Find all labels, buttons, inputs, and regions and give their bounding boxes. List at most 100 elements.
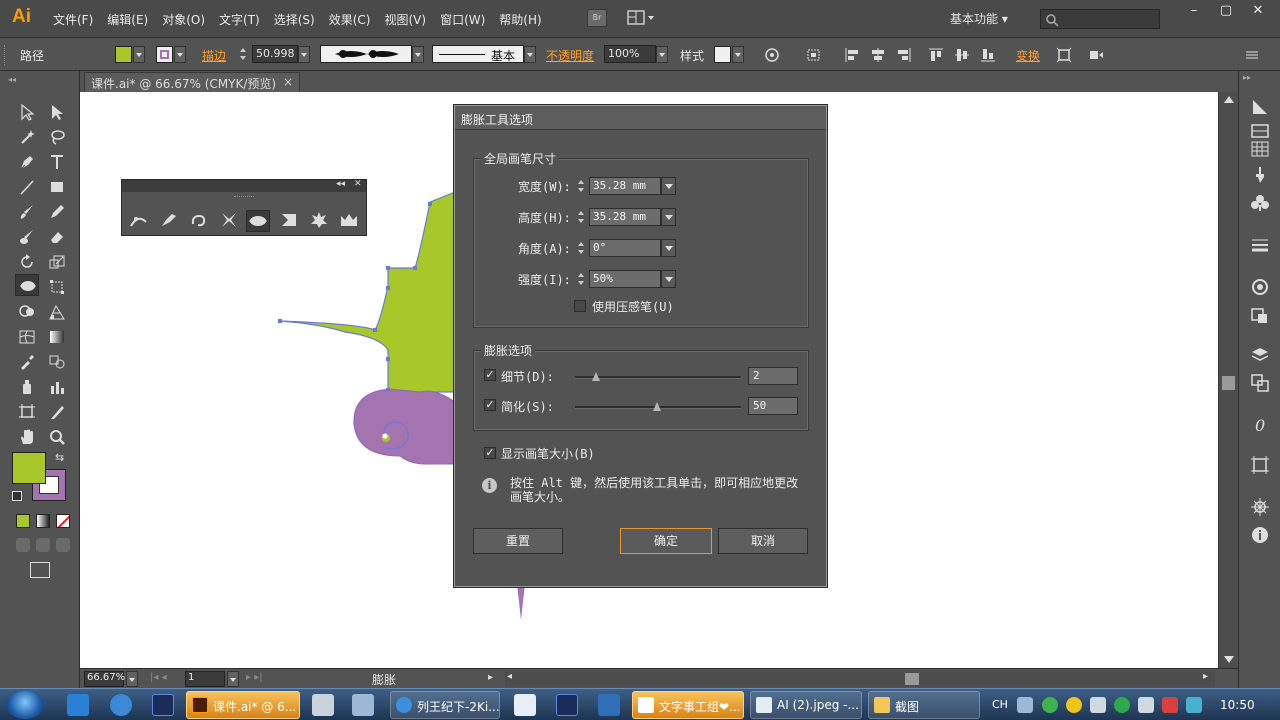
blob-brush-tool-icon[interactable] [15, 226, 39, 248]
tray-monitor-icon[interactable] [1186, 697, 1202, 713]
warp-tool-icon[interactable] [158, 210, 182, 232]
align-middle-icon[interactable] [954, 47, 970, 63]
eraser-tool-icon[interactable] [45, 226, 69, 248]
rotate-tool-icon[interactable] [15, 251, 39, 273]
line-tool-icon[interactable] [15, 176, 39, 198]
gradient-tool-icon[interactable] [45, 326, 69, 348]
task-illustrator[interactable]: 课件.ai* @ 6... [186, 691, 300, 719]
intensity-dropdown[interactable] [661, 270, 676, 288]
tray-keyboard-icon[interactable] [1017, 697, 1033, 713]
artboard-nav-prev-icon[interactable]: |◂ ◂ [150, 672, 167, 683]
tray-add-icon[interactable] [1114, 697, 1130, 713]
column-graph-tool-icon[interactable] [45, 376, 69, 398]
menu-select[interactable]: 选择(S) [274, 11, 315, 28]
swatches-icon[interactable] [1250, 139, 1270, 159]
info-panel-icon[interactable] [1250, 525, 1270, 545]
height-spinner[interactable] [576, 209, 588, 226]
brush-definition[interactable]: 基本 [432, 45, 524, 63]
none-mode-icon[interactable] [56, 514, 70, 528]
reset-button[interactable]: 重置 [473, 528, 563, 554]
draw-inside-icon[interactable] [56, 538, 70, 552]
brush-dropdown[interactable] [524, 46, 536, 63]
quicklaunch-photoshop-icon[interactable] [152, 694, 174, 716]
angle-spinner[interactable] [576, 240, 588, 257]
quicklaunch-ie-icon[interactable] [67, 694, 89, 716]
menu-edit[interactable]: 编辑(E) [107, 11, 148, 28]
scallop-tool-icon[interactable] [278, 210, 302, 232]
menu-file[interactable]: 文件(F) [53, 11, 93, 28]
scroll-down-icon[interactable] [1224, 656, 1234, 663]
opacity-input[interactable]: 100% [604, 45, 656, 63]
fill-color-box[interactable] [12, 452, 46, 484]
maximize-icon[interactable]: ▢ [1210, 3, 1242, 21]
quicklaunch-calculator-icon[interactable] [312, 694, 334, 716]
angle-dropdown[interactable] [661, 239, 676, 257]
free-transform-tool-icon[interactable] [45, 276, 69, 298]
align-to-icon[interactable] [806, 47, 822, 63]
intensity-input[interactable]: 50% [589, 270, 661, 288]
intensity-spinner[interactable] [576, 271, 588, 288]
mesh-tool-icon[interactable] [15, 326, 39, 348]
screen-mode-icon[interactable] [30, 562, 50, 578]
menu-type[interactable]: 文字(T) [219, 11, 260, 28]
width-spinner[interactable] [576, 178, 588, 195]
vertical-scrollbar[interactable] [1218, 92, 1237, 668]
tray-wechat-icon[interactable] [1042, 697, 1058, 713]
opacity-label[interactable]: 不透明度 [546, 47, 594, 64]
wrinkle-tool-icon[interactable] [338, 210, 362, 232]
stroke-width-dropdown[interactable] [298, 46, 310, 63]
graphic-style-swatch[interactable] [714, 46, 731, 63]
task-image-viewer[interactable]: AI (2).jpeg -... [750, 691, 862, 719]
zoom-tool-icon[interactable] [45, 426, 69, 448]
align-right-icon[interactable] [896, 47, 912, 63]
default-colors-icon[interactable] [12, 491, 22, 501]
horizontal-scrollbar[interactable]: ◂ ▸ [505, 671, 1215, 687]
blend-tool-icon[interactable] [45, 351, 69, 373]
menu-help[interactable]: 帮助(H) [499, 11, 541, 28]
artboards-icon[interactable] [1250, 373, 1270, 393]
artboard-number-input[interactable]: 1 [185, 671, 225, 687]
magic-wand-tool-icon[interactable] [15, 126, 39, 148]
brushes-icon[interactable] [1250, 165, 1270, 185]
navigator-icon[interactable] [1250, 97, 1270, 117]
menu-effect[interactable]: 效果(C) [329, 11, 371, 28]
detail-slider-thumb[interactable] [592, 372, 601, 382]
align-top-icon[interactable] [928, 47, 944, 63]
recolor-artwork-icon[interactable] [764, 47, 780, 63]
eyedropper-tool-icon[interactable] [15, 351, 39, 373]
rectangle-tool-icon[interactable] [45, 176, 69, 198]
width-dropdown[interactable] [661, 177, 676, 195]
vertical-scroll-thumb[interactable] [1222, 376, 1235, 390]
crystallize-tool-icon[interactable] [308, 210, 332, 232]
cancel-button[interactable]: 取消 [718, 528, 808, 554]
align-bottom-icon[interactable] [980, 47, 996, 63]
pucker-tool-icon[interactable] [218, 210, 242, 232]
stroke-dropdown[interactable] [174, 46, 186, 63]
use-pressure-pen-checkbox[interactable] [574, 300, 586, 312]
scale-tool-icon[interactable] [45, 251, 69, 273]
document-tab[interactable]: 课件.ai* @ 66.67% (CMYK/预览) × [84, 72, 300, 92]
pen-tool-icon[interactable] [15, 151, 39, 173]
shape-builder-tool-icon[interactable] [15, 301, 39, 323]
bridge-button[interactable]: Br [587, 9, 607, 27]
pencil-tool-icon[interactable] [45, 201, 69, 223]
paintbrush-tool-icon[interactable] [15, 201, 39, 223]
quicklaunch-explorer-icon[interactable] [352, 694, 374, 716]
minimize-icon[interactable]: – [1178, 3, 1210, 21]
menu-object[interactable]: 对象(O) [162, 11, 205, 28]
twirl-tool-icon[interactable] [188, 210, 212, 232]
graphic-styles-icon[interactable] [1250, 305, 1270, 325]
scroll-right-icon[interactable]: ▸ [1203, 671, 1208, 682]
task-browser[interactable]: 列王纪下-2Ki... [390, 691, 500, 719]
search-input[interactable] [1040, 9, 1160, 29]
bloat-tool-selected-icon[interactable] [246, 210, 270, 232]
workspace-switcher[interactable]: 基本功能 ▾ [950, 10, 1008, 27]
height-input[interactable]: 35.28 mm [589, 208, 661, 226]
close-tab-icon[interactable]: × [283, 75, 293, 89]
ok-button[interactable]: 确定 [620, 528, 712, 554]
dialog-title[interactable]: 膨胀工具选项 [455, 106, 826, 130]
status-menu-arrow-icon[interactable]: ▸ [488, 672, 493, 683]
arrange-panel-icon[interactable] [1088, 47, 1104, 63]
menu-window[interactable]: 窗口(W) [440, 11, 485, 28]
detail-checkbox[interactable]: ✓ [484, 369, 496, 381]
